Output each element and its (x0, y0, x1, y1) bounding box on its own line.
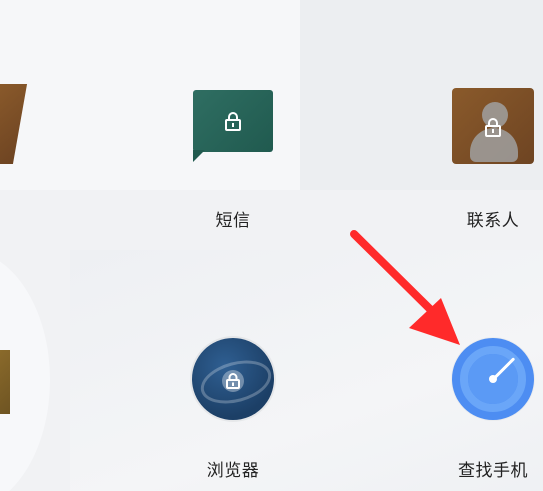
find-phone-dot (489, 375, 497, 383)
partial-app-icon-bottom[interactable] (0, 350, 10, 414)
app-label-sms: 短信 (215, 211, 251, 231)
lock-icon (220, 368, 246, 394)
background (0, 0, 543, 491)
lock-icon (480, 114, 506, 140)
app-label-browser: 浏览器 (206, 461, 260, 481)
app-label-find-phone: 查找手机 (458, 461, 528, 481)
lock-icon (220, 108, 246, 134)
compass-icon[interactable] (452, 338, 534, 420)
app-label-contacts: 联系人 (466, 211, 520, 231)
sms-bubble-tail (193, 150, 205, 162)
